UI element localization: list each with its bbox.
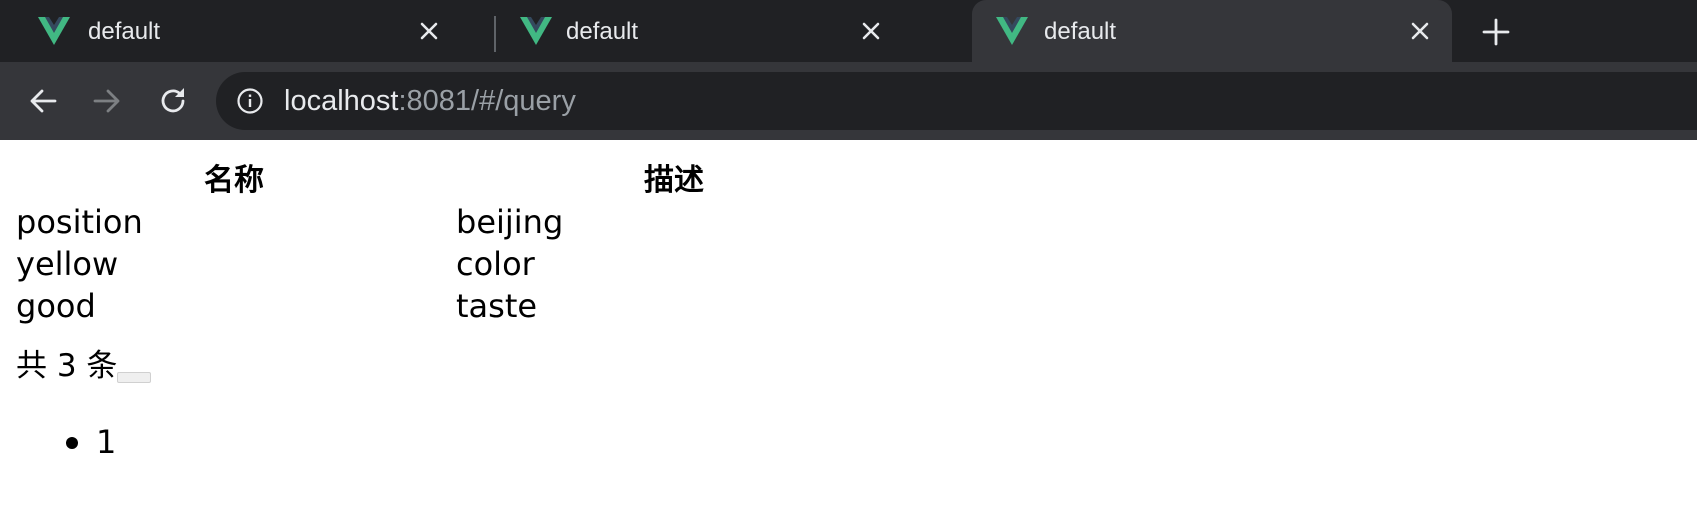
page-number-item[interactable]: 1 bbox=[64, 422, 116, 462]
page-content: 名称 描述 position beijing yellow color good… bbox=[0, 140, 1697, 508]
pagination-pages: 1 bbox=[64, 422, 116, 462]
tab-title: default bbox=[1044, 18, 1117, 45]
table-cell: taste bbox=[456, 287, 538, 325]
arrow-left-icon bbox=[30, 89, 57, 113]
browser-toolbar: localhost:8081/#/query bbox=[0, 62, 1697, 140]
table-cell: good bbox=[16, 287, 96, 325]
forward-button[interactable] bbox=[86, 80, 128, 122]
pagination-prev-button[interactable] bbox=[117, 372, 152, 383]
arrow-right-icon bbox=[93, 89, 120, 113]
url-host: localhost bbox=[284, 85, 399, 117]
column-header-name: 名称 bbox=[204, 163, 264, 198]
vue-logo-icon bbox=[996, 17, 1028, 45]
page-number: 1 bbox=[96, 423, 117, 461]
pagination-total: 共 3 条 bbox=[16, 346, 152, 386]
total-count-text: 共 3 条 bbox=[16, 348, 118, 384]
browser-tab-1[interactable]: default bbox=[0, 0, 470, 62]
table-cell: yellow bbox=[16, 245, 119, 283]
address-bar[interactable]: localhost:8081/#/query bbox=[216, 72, 1697, 130]
vue-logo-icon bbox=[520, 17, 552, 45]
browser-tab-3-active[interactable]: default bbox=[972, 0, 1452, 62]
info-icon[interactable] bbox=[236, 87, 264, 115]
table-cell: beijing bbox=[456, 203, 564, 241]
table-cell: color bbox=[456, 245, 535, 283]
back-button[interactable] bbox=[22, 80, 64, 122]
close-icon[interactable] bbox=[416, 18, 442, 44]
tab-title: default bbox=[566, 18, 639, 45]
column-header-description: 描述 bbox=[644, 163, 704, 198]
plus-icon[interactable] bbox=[1480, 16, 1512, 48]
bullet-icon bbox=[66, 437, 78, 449]
vue-logo-icon bbox=[38, 17, 70, 45]
tab-title: default bbox=[88, 18, 161, 45]
address-url[interactable]: localhost:8081/#/query bbox=[284, 85, 576, 117]
table-cell: position bbox=[16, 203, 143, 241]
tab-strip: default default default bbox=[0, 0, 1697, 62]
url-path: :8081/#/query bbox=[398, 85, 576, 117]
close-icon[interactable] bbox=[858, 18, 884, 44]
reload-icon bbox=[161, 88, 185, 113]
reload-button[interactable] bbox=[152, 80, 194, 122]
close-icon[interactable] bbox=[1407, 18, 1433, 44]
browser-tab-2[interactable]: default bbox=[440, 0, 910, 62]
